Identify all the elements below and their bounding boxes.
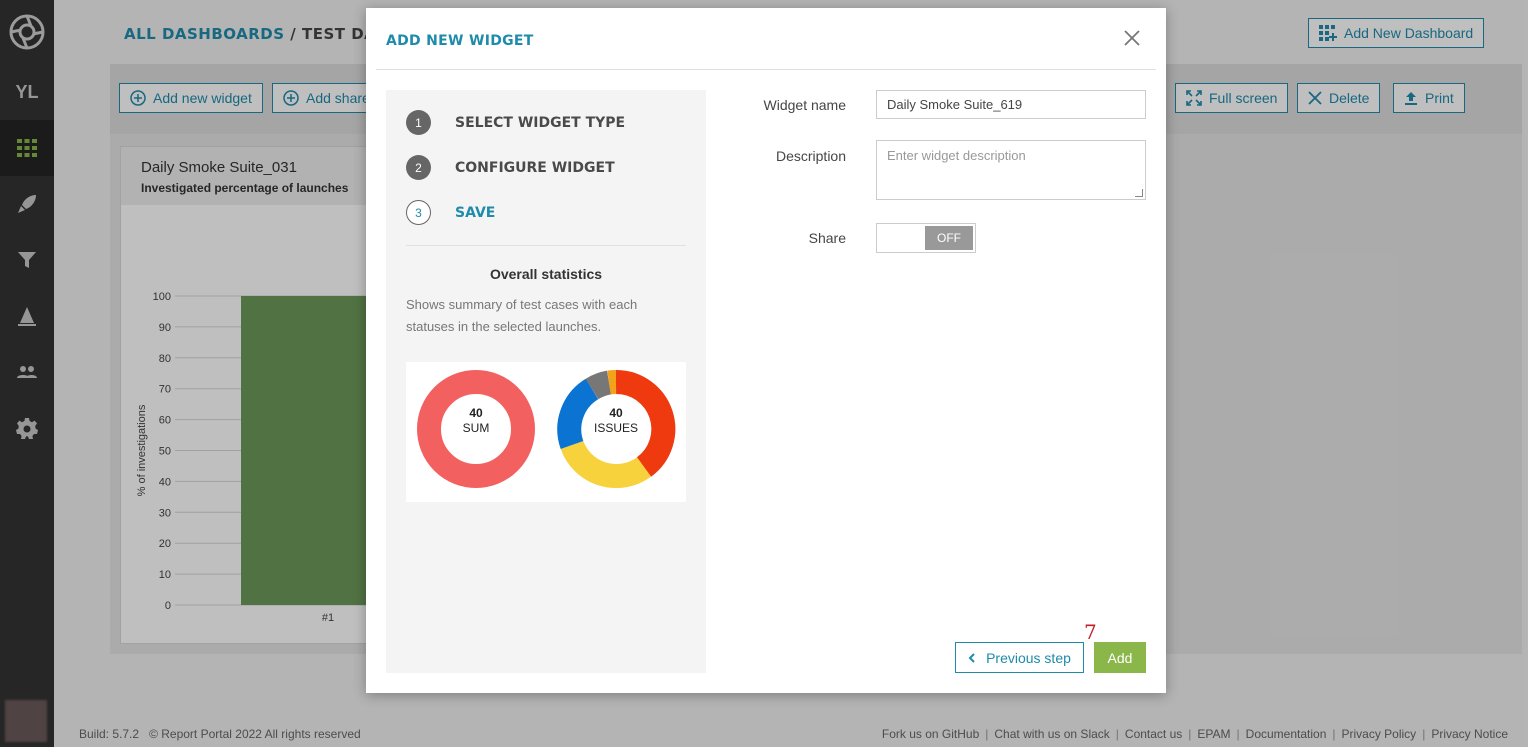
donut-segment: [607, 370, 617, 395]
add-button[interactable]: Add: [1094, 642, 1146, 673]
widget-preview: 40 SUM 40 ISSUES: [406, 362, 686, 502]
share-toggle-state: OFF: [925, 226, 973, 250]
share-toggle[interactable]: OFF: [876, 223, 976, 253]
close-icon[interactable]: [1122, 28, 1142, 48]
previous-step-button[interactable]: Previous step: [955, 642, 1084, 673]
sum-label: SUM: [463, 421, 490, 435]
step-label: SAVE: [455, 204, 496, 221]
step-label: SELECT WIDGET TYPE: [455, 114, 626, 131]
step-number: 2: [406, 155, 431, 180]
wizard-step-configure[interactable]: 2 CONFIGURE WIDGET: [406, 155, 615, 180]
description-textarea[interactable]: Enter widget description: [876, 140, 1146, 200]
preview-donut-charts: 40 SUM 40 ISSUES: [417, 369, 676, 489]
donut-segment: [560, 440, 652, 489]
issues-value: 40: [609, 406, 623, 420]
add-widget-modal: ADD NEW WIDGET 1 SELECT WIDGET TYPE 2 CO…: [366, 8, 1166, 693]
share-label: Share: [808, 230, 846, 246]
sum-value: 40: [469, 406, 483, 420]
wizard-steps-panel: 1 SELECT WIDGET TYPE 2 CONFIGURE WIDGET …: [386, 90, 706, 673]
description-placeholder: Enter widget description: [887, 148, 1026, 163]
previous-step-label: Previous step: [986, 649, 1071, 666]
divider: [406, 245, 686, 246]
widget-name-input[interactable]: [876, 90, 1146, 119]
widget-type-description: Shows summary of test cases with each st…: [406, 297, 638, 334]
modal-title: ADD NEW WIDGET: [386, 33, 534, 49]
description-label: Description: [775, 148, 846, 164]
issues-label: ISSUES: [594, 421, 638, 435]
step-number: 3: [406, 200, 431, 225]
wizard-step-select-type[interactable]: 1 SELECT WIDGET TYPE: [406, 110, 625, 135]
donut-segment: [557, 378, 599, 450]
widget-type-title: Overall statistics: [489, 266, 603, 282]
step-label: CONFIGURE WIDGET: [455, 159, 615, 176]
donut-segment: [585, 370, 612, 400]
chevron-left-icon: [968, 652, 975, 663]
step-marker-annotation: 7: [1084, 620, 1097, 644]
widget-name-label: Widget name: [763, 97, 846, 113]
resize-handle[interactable]: [1135, 189, 1143, 197]
wizard-step-save: 3 SAVE: [406, 200, 495, 225]
step-number: 1: [406, 110, 431, 135]
modal-header: ADD NEW WIDGET: [376, 8, 1156, 70]
